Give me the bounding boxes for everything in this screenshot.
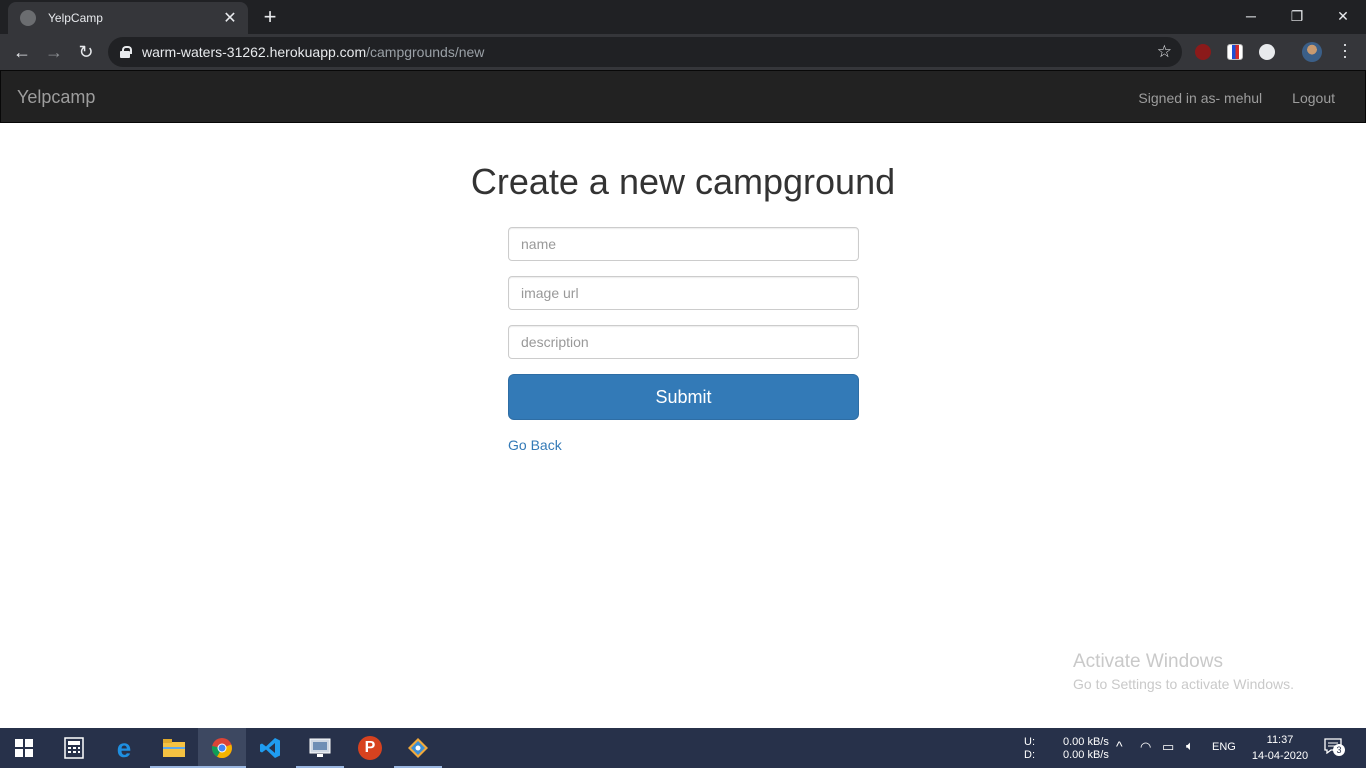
extension-icon[interactable] [1227, 44, 1243, 60]
net-upload-label: U: [1024, 736, 1035, 748]
description-input[interactable] [508, 325, 859, 359]
address-bar[interactable]: warm-waters-31262.herokuapp.com /campgro… [108, 37, 1182, 67]
vscode-icon[interactable] [246, 728, 294, 768]
net-download-label: D: [1024, 749, 1035, 761]
notification-badge: 3 [1333, 744, 1345, 756]
close-tab-icon[interactable]: ✕ [222, 8, 238, 28]
globe-icon [20, 10, 36, 26]
browser-tab[interactable]: YelpCamp ✕ [8, 2, 248, 34]
wifi-icon[interactable]: ◠ [1140, 739, 1151, 755]
site-navbar: Yelpcamp Signed in as- mehul Logout [0, 70, 1366, 123]
restore-button[interactable]: ❐ [1274, 0, 1320, 32]
activate-windows-watermark: Activate Windows Go to Settings to activ… [1073, 651, 1294, 692]
clock-date: 14-04-2020 [1251, 750, 1309, 762]
net-download-value: 0.00 kB/s [1063, 749, 1109, 761]
browser-tabstrip: YelpCamp ✕ + ─ ❐ ✕ [0, 0, 1366, 34]
url-host: warm-waters-31262.herokuapp.com [142, 44, 367, 60]
signed-in-label[interactable]: Signed in as- mehul [1138, 90, 1262, 106]
watermark-subtitle: Go to Settings to activate Windows. [1073, 676, 1294, 692]
go-back-link[interactable]: Go Back [508, 437, 562, 453]
url-path: /campgrounds/new [366, 44, 485, 60]
logout-link[interactable]: Logout [1292, 90, 1335, 106]
ublock-extension-icon[interactable] [1195, 44, 1211, 60]
watermark-title: Activate Windows [1073, 651, 1223, 672]
new-campground-form: Submit Go Back [508, 227, 859, 455]
new-tab-button[interactable]: + [258, 4, 282, 30]
profile-avatar[interactable] [1302, 42, 1322, 62]
file-explorer-icon[interactable] [150, 728, 198, 768]
windows-start-icon[interactable] [0, 728, 48, 768]
extension-icon-circle[interactable] [1259, 44, 1275, 60]
tab-title: YelpCamp [48, 11, 103, 25]
bookmark-star-icon[interactable]: ☆ [1157, 42, 1172, 62]
more-menu-icon[interactable]: · · · [1340, 35, 1350, 65]
brand-link[interactable]: Yelpcamp [17, 87, 95, 108]
clock-time: 11:37 [1266, 734, 1294, 746]
psiphon-icon[interactable]: P [346, 728, 394, 768]
calculator-icon[interactable] [50, 728, 98, 768]
forward-icon[interactable]: → [42, 40, 66, 64]
browser-toolbar: ← → ↻ warm-waters-31262.herokuapp.com /c… [0, 34, 1366, 70]
page-title: Create a new campground [470, 161, 896, 202]
chrome-icon[interactable] [198, 728, 246, 768]
windows-taskbar: e P U: D: 0.00 kB/s 0.00 kB/s ^ ◠ ▭ 🔈︎ E… [0, 728, 1366, 768]
net-upload-value: 0.00 kB/s [1063, 736, 1109, 748]
submit-button[interactable]: Submit [508, 374, 859, 420]
volume-icon[interactable]: 🔈︎ [1186, 738, 1194, 754]
minimize-button[interactable]: ─ [1228, 0, 1274, 32]
action-center-icon[interactable]: 3 [1324, 738, 1345, 756]
close-window-button[interactable]: ✕ [1320, 0, 1366, 32]
edge-browser-icon[interactable]: e [100, 728, 148, 768]
image-url-input[interactable] [508, 276, 859, 310]
name-input[interactable] [508, 227, 859, 261]
navbar-right: Signed in as- mehul Logout [1138, 90, 1335, 106]
system-clock[interactable]: 11:37 14-04-2020 [1240, 732, 1320, 764]
lock-icon [120, 46, 132, 58]
battery-icon[interactable]: ▭ [1162, 739, 1174, 755]
remote-desktop-icon[interactable] [296, 728, 344, 768]
show-hidden-icons-icon[interactable]: ^ [1116, 738, 1123, 754]
back-icon[interactable]: ← [10, 40, 34, 64]
gitkraken-icon[interactable] [394, 728, 442, 768]
reload-icon[interactable]: ↻ [74, 40, 98, 64]
language-indicator[interactable]: ENG [1212, 741, 1236, 753]
